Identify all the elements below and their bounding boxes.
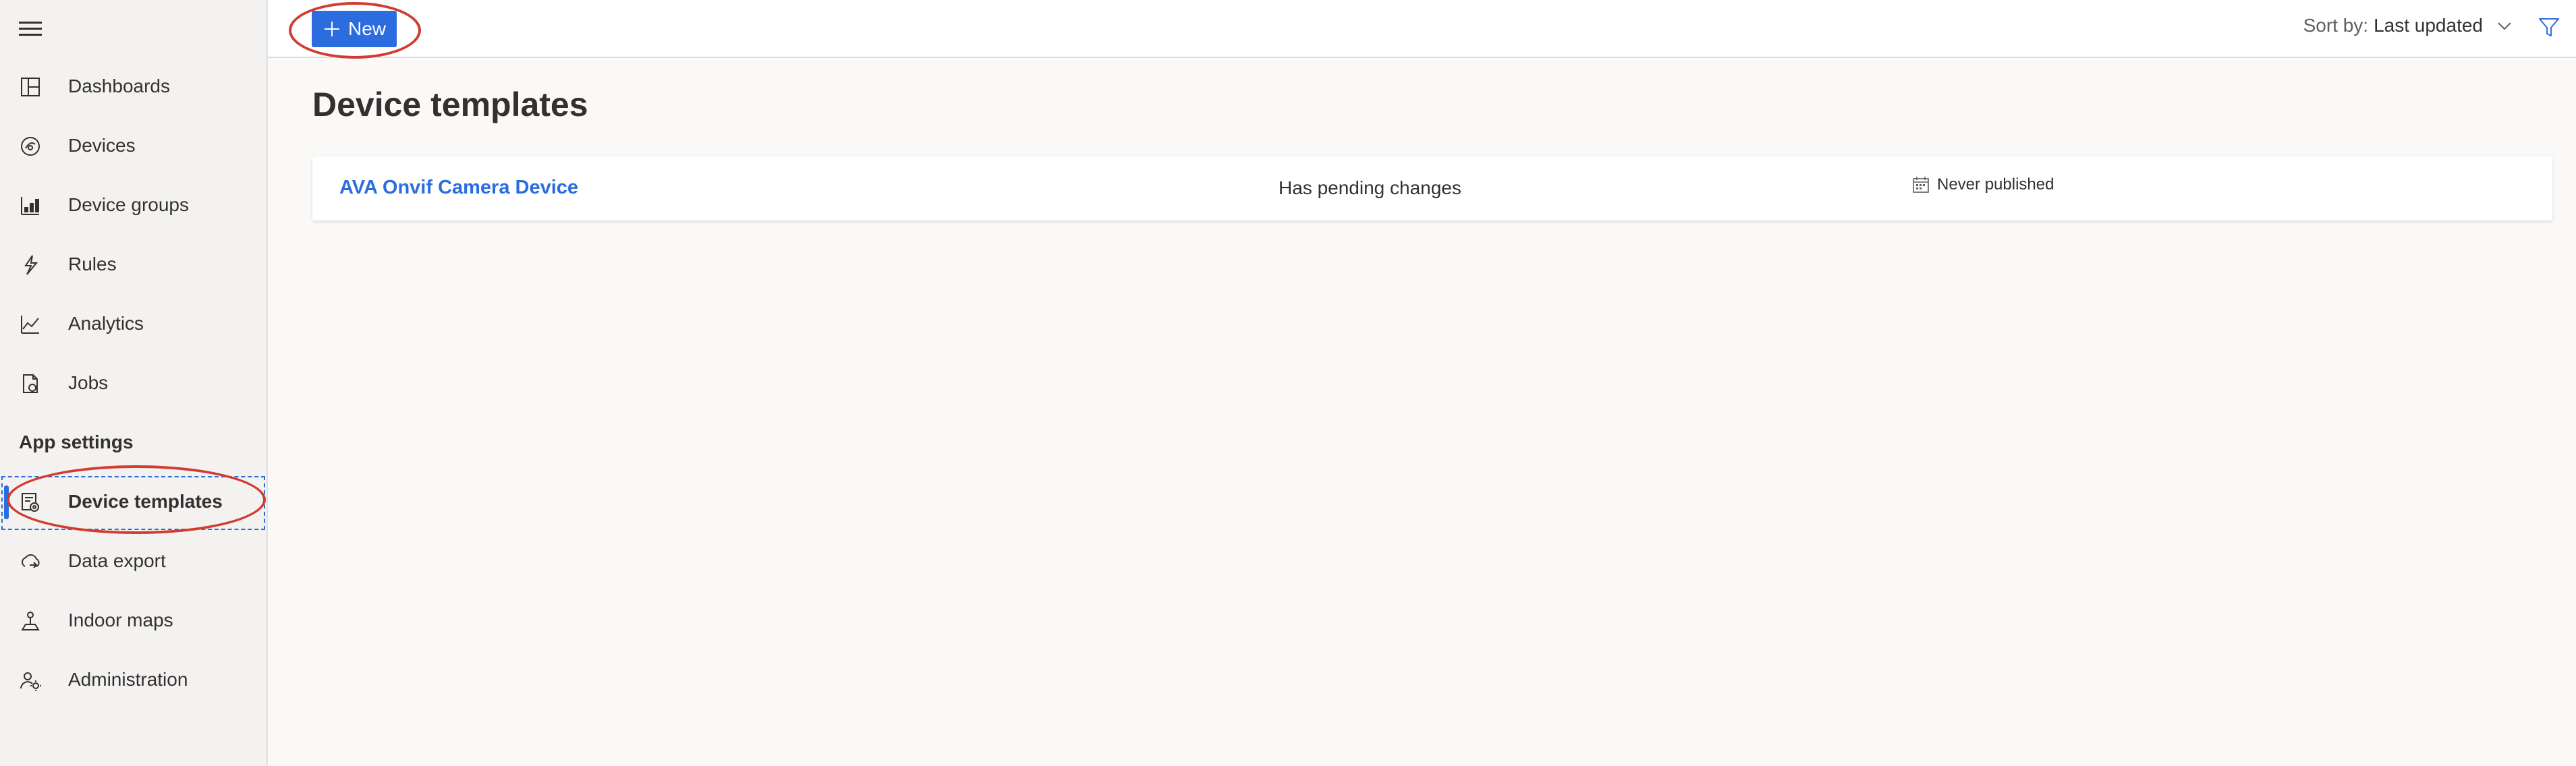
sidebar-item-jobs[interactable]: Jobs [0,355,267,411]
sidebar-item-rules[interactable]: Rules [0,236,267,293]
active-indicator [4,485,9,519]
app-settings-heading: App settings [19,432,134,452]
command-bar: New Sort by: Last updated [268,0,2576,58]
template-row: AVA Onvif Camera Device Has pending chan… [312,156,2552,220]
sidebar-item-label: Data export [68,550,166,571]
chevron-down-icon [2498,22,2511,30]
sidebar-item-label: Jobs [68,372,109,393]
template-status: Has pending changes [1279,177,1461,198]
publish-state: Never published [1911,175,2054,194]
sort-prefix: Sort by: [2303,15,2369,36]
device-templates-icon [19,491,42,514]
sidebar: Dashboards Devices Device groups Rules A… [0,0,268,766]
sidebar-item-indoor-maps[interactable]: Indoor maps [0,592,267,649]
sidebar-item-label: Device groups [68,194,189,215]
sidebar-item-label: Rules [68,254,117,274]
sidebar-item-administration[interactable]: Administration [0,651,267,708]
device-icon [19,135,42,158]
sidebar-item-data-export[interactable]: Data export [0,533,267,589]
plus-icon [325,22,339,36]
administration-icon [19,669,42,692]
sidebar-item-analytics[interactable]: Analytics [0,295,267,352]
new-button[interactable]: New [312,11,397,47]
sidebar-item-device-templates[interactable]: Device templates [0,473,267,530]
rules-icon [19,254,42,276]
filter-icon[interactable] [2537,15,2561,39]
sidebar-item-label: Analytics [68,313,144,334]
calendar-icon [1913,177,1929,193]
sidebar-item-label: Dashboards [68,76,170,96]
sidebar-item-devices[interactable]: Devices [0,117,267,174]
sidebar-item-label: Indoor maps [68,610,173,630]
new-button-label: New [348,18,387,39]
sidebar-item-label: Devices [68,135,136,156]
data-export-icon [19,550,42,573]
indoor-maps-icon [19,610,42,632]
device-groups-icon [19,194,42,217]
sidebar-item-device-groups[interactable]: Device groups [0,177,267,233]
sidebar-item-label: Administration [68,669,188,690]
app-window: Dashboards Devices Device groups Rules A… [0,0,2576,766]
sidebar-item-label: Device templates [68,491,223,512]
sort-dropdown[interactable]: Sort by: Last updated [2303,15,2514,36]
publish-state-label: Never published [1937,175,2054,194]
page-title: Device templates [312,86,588,123]
dashboard-icon [19,76,42,98]
hamburger-menu-icon[interactable] [19,20,42,38]
sidebar-item-dashboards[interactable]: Dashboards [0,58,267,115]
template-name-link[interactable]: AVA Onvif Camera Device [339,177,578,199]
sort-value: Last updated [2374,15,2483,36]
jobs-icon [19,372,42,395]
analytics-icon [19,313,42,336]
